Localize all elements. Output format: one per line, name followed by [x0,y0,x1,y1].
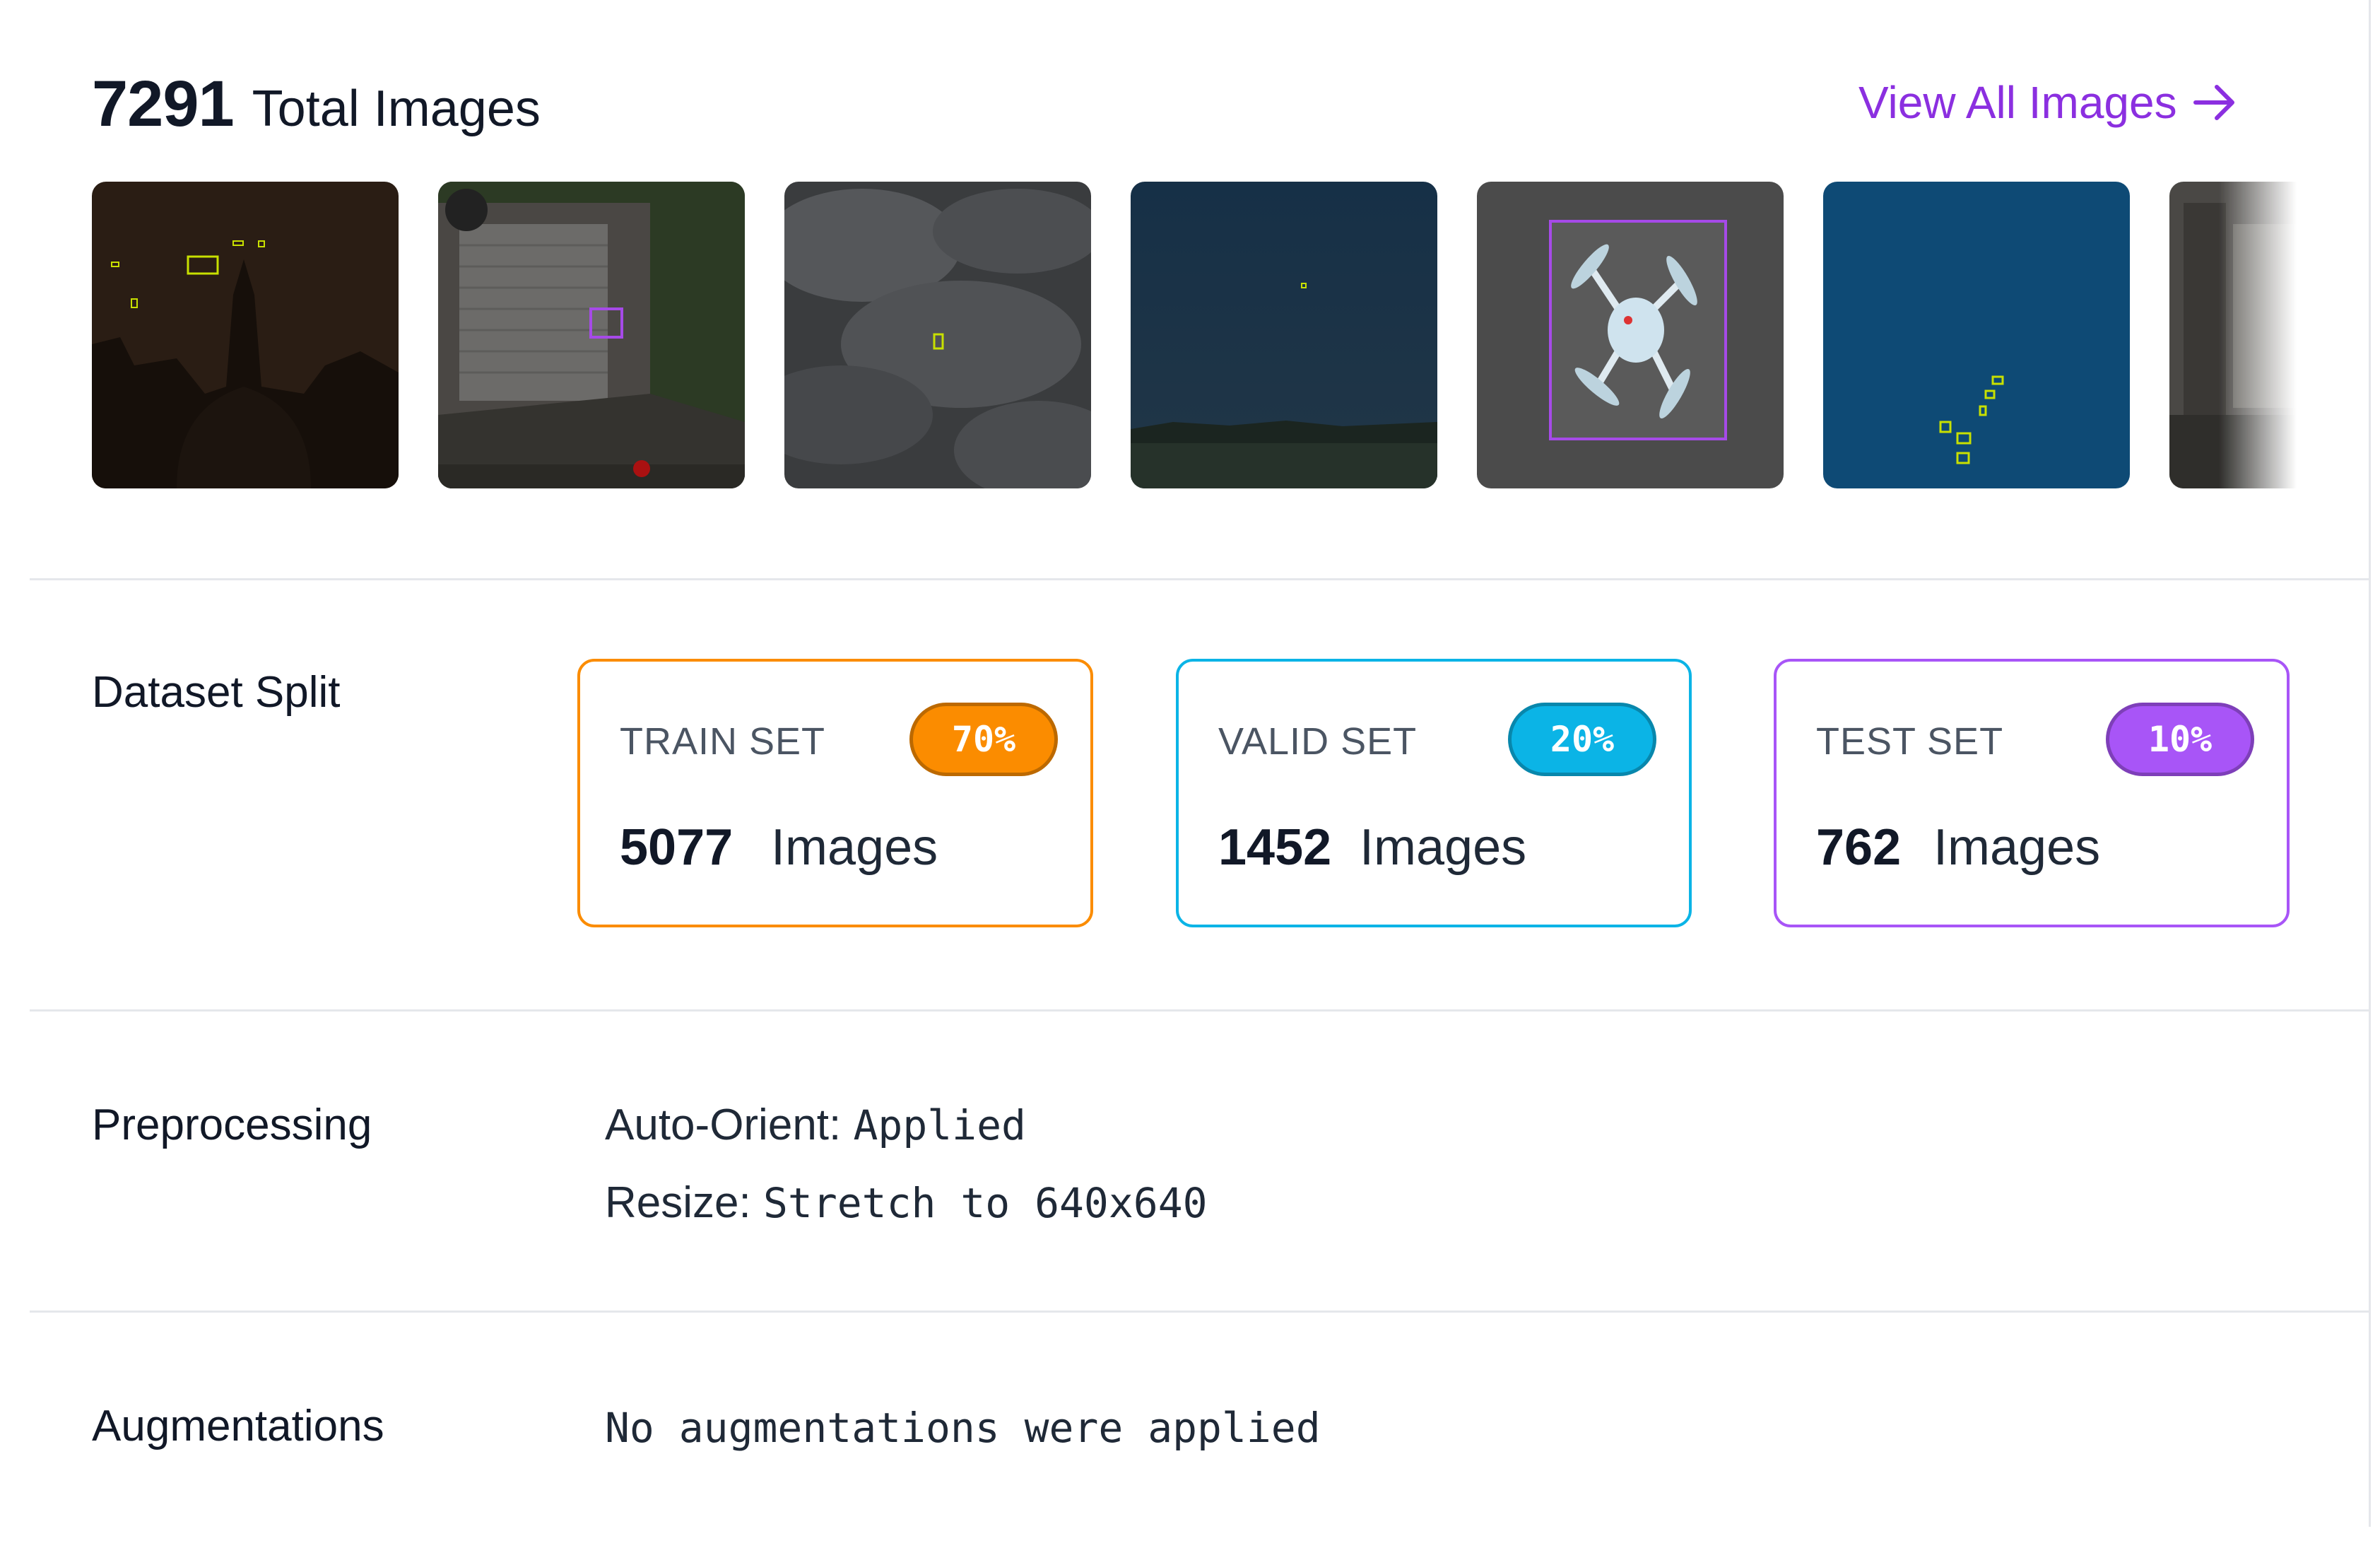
auto-orient-key: Auto-Orient: [605,1101,842,1149]
section-divider [30,1310,2369,1313]
thumb-dusk-tower[interactable] [92,182,399,488]
test-set-title: TEST SET [1816,720,2004,763]
total-images-count: 7291 [92,68,235,140]
valid-set-count: 1452 [1218,819,1332,876]
view-all-images-link[interactable]: View All Images [1858,76,2238,129]
train-set-title: TRAIN SET [620,720,826,763]
thumb-blue-sky[interactable] [1823,182,2130,488]
thumb-drone-closeup[interactable] [1477,182,1784,488]
train-set-count: 5077 [620,819,734,876]
test-set-unit: Images [1933,819,2101,876]
train-set-unit: Images [771,819,938,876]
augmentations-value: No augmentations were applied [605,1404,1321,1452]
valid-set-title: VALID SET [1218,720,1418,763]
thumb-night-sky[interactable] [1131,182,1437,488]
valid-set-percent-badge: 20% [1508,703,1656,776]
preprocessing-auto-orient: Auto-Orient: Applied [605,1100,1026,1150]
valid-set-unit: Images [1360,819,1527,876]
preprocessing-resize: Resize: Stretch to 640x640 [605,1178,1208,1228]
resize-key: Resize: [605,1178,751,1227]
auto-orient-value: Applied [853,1101,1026,1149]
image-thumbnail-strip [92,182,2297,490]
train-set-card[interactable]: TRAIN SET 70% 5077 Images [577,659,1093,927]
thumb-clouds[interactable] [784,182,1091,488]
view-all-images-label: View All Images [1858,77,2177,128]
section-divider [30,578,2369,580]
train-set-percent-badge: 70% [909,703,1058,776]
thumb-garage-door[interactable] [438,182,745,488]
augmentations-label: Augmentations [92,1402,384,1450]
test-set-percent-badge: 10% [2106,703,2254,776]
thumb-partial[interactable] [2169,182,2297,488]
arrow-right-icon [2193,85,2234,120]
panel-border [2369,0,2371,1527]
valid-set-card[interactable]: VALID SET 20% 1452 Images [1176,659,1692,927]
dataset-version-page: 7291 Total Images View All Images Datase… [0,0,2380,1548]
total-images-label: Total Images [252,81,541,137]
test-set-count: 762 [1816,819,1902,876]
section-divider [30,1009,2369,1012]
dataset-split-label: Dataset Split [92,668,341,717]
resize-value: Stretch to 640x640 [762,1179,1208,1227]
preprocessing-label: Preprocessing [92,1101,372,1149]
test-set-card[interactable]: TEST SET 10% 762 Images [1774,659,2290,927]
total-images-header: 7291 Total Images [92,67,541,141]
